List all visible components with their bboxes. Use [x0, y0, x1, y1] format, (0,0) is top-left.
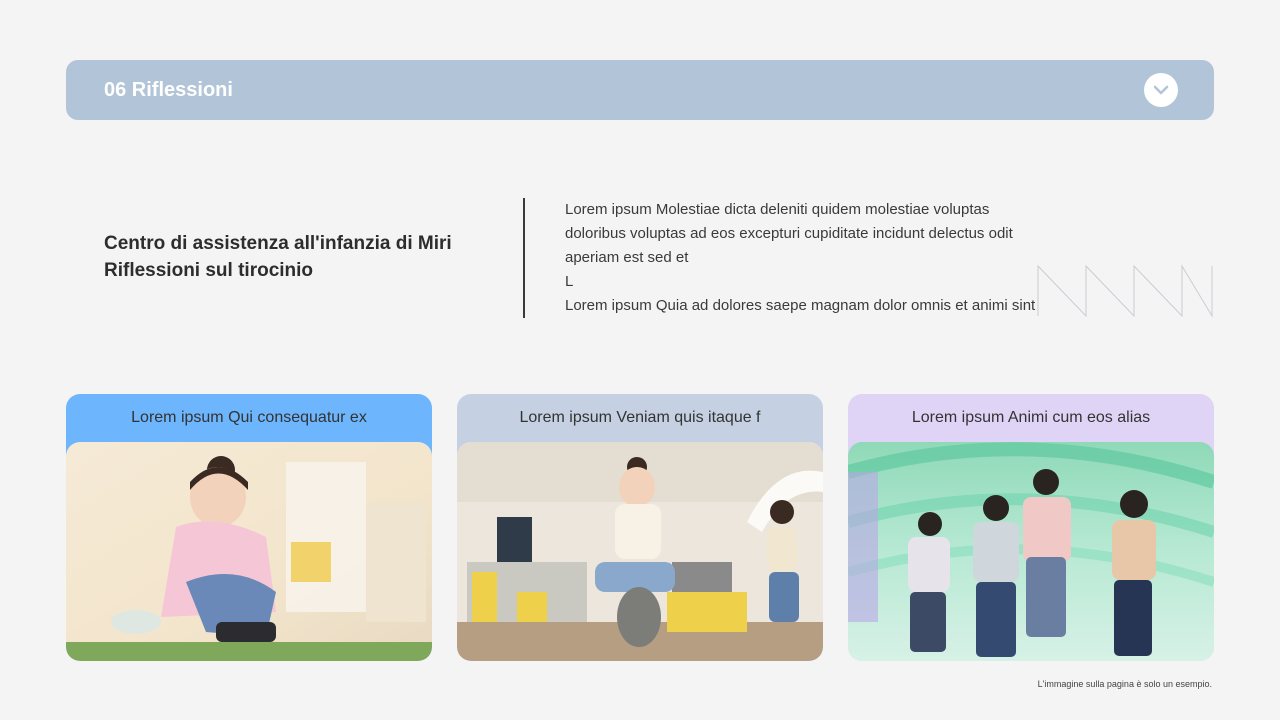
intro-paragraph-text: Lorem ipsum Molestiae dicta deleniti qui… — [565, 201, 1036, 314]
section-header[interactable]: 06 Riflessioni — [66, 60, 1214, 120]
card-label: Lorem ipsum Veniam quis itaque f — [519, 409, 761, 426]
photo-card[interactable]: Lorem ipsum Animi cum eos alias — [848, 394, 1214, 661]
card-photo-children-playing — [457, 442, 823, 661]
card-photo-children-projection-room — [848, 442, 1214, 661]
photo-card[interactable]: Lorem ipsum Qui consequatur ex — [66, 394, 432, 661]
card-label: Lorem ipsum Qui consequatur ex — [131, 409, 367, 426]
card-label: Lorem ipsum Animi cum eos alias — [911, 409, 1151, 426]
intro-title-line2: Riflessioni sul tirocinio — [104, 260, 314, 281]
section-title: 06 Riflessioni — [104, 78, 233, 101]
image-disclaimer: L'immagine sulla pagina è solo un esempi… — [1037, 679, 1212, 689]
photo-card[interactable]: Lorem ipsum Veniam quis itaque f — [457, 394, 823, 661]
intro-paragraph: Lorem ipsum Molestiae dicta deleniti qui… — [565, 198, 1065, 318]
vertical-divider — [523, 198, 525, 318]
card-photo-child-tying-shoe — [66, 442, 432, 661]
intro-title-line1: Centro di assistenza all'infanzia di Mir… — [104, 233, 452, 254]
intro-title: Centro di assistenza all'infanzia di Mir… — [104, 230, 504, 284]
expand-toggle-button[interactable] — [1144, 73, 1178, 107]
zigzag-decoration — [1037, 264, 1213, 318]
chevron-down-icon — [1153, 85, 1169, 95]
